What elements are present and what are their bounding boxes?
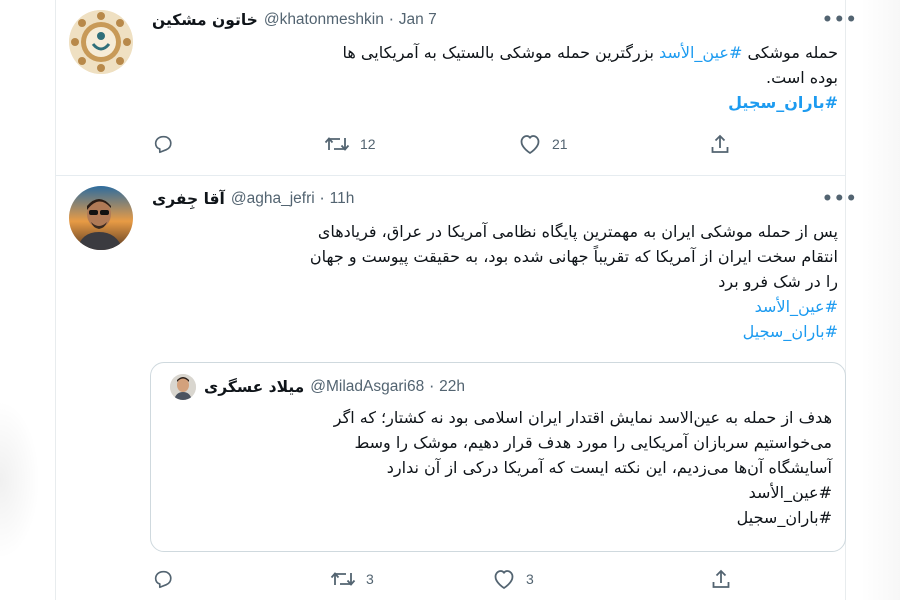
avatar-photo-icon — [170, 374, 196, 400]
like-button[interactable]: 21 — [518, 133, 568, 155]
share-button[interactable] — [709, 133, 731, 155]
tweet-line: بوده است. — [766, 68, 838, 87]
retweet-icon — [330, 572, 356, 586]
more-icon[interactable]: ••• — [822, 189, 858, 209]
retweet-count: 3 — [366, 571, 374, 587]
text-segment: حمله موشکی — [742, 43, 838, 62]
author-name[interactable]: میلاد عسگری — [204, 378, 304, 396]
hashtag-text: #عین_الأسد — [748, 483, 832, 502]
like-count: 21 — [552, 136, 568, 152]
tweet-line: انتقام سخت ایران از آمریکا که تقریباً جه… — [309, 247, 838, 266]
like-icon — [520, 135, 540, 154]
retweet-icon — [324, 137, 350, 151]
tweet-header: آقا جِفری @agha_jefri · 11h — [152, 190, 354, 208]
author-name[interactable]: خاتون مشکین — [152, 11, 258, 29]
tweet-line: هدف از حمله به عین‌الاسد نمایش اقتدار ای… — [333, 408, 832, 427]
text-segment: بزرگترین حمله موشکی بالستیک به آمریکایی … — [342, 43, 660, 62]
reply-button[interactable] — [152, 133, 184, 155]
author-handle[interactable]: @agha_jefri — [231, 190, 315, 208]
tweet-timestamp[interactable]: 11h — [330, 190, 355, 208]
background-shade — [860, 0, 900, 600]
tweet-line: پس از حمله موشکی ایران به مهمترین پایگاه… — [317, 222, 838, 241]
tweet-line: را در شک فرو برد — [718, 272, 838, 291]
reply-button[interactable] — [152, 568, 184, 590]
tweet-actions: 12 21 — [152, 133, 742, 155]
tweet-text: حمله موشکی #عین_الأسد بزرگترین حمله موشک… — [152, 40, 839, 115]
retweet-count: 12 — [360, 136, 376, 152]
reply-icon — [154, 135, 172, 154]
author-handle[interactable]: @khatonmeshkin — [264, 11, 384, 29]
tweet-divider — [55, 175, 845, 176]
tweet-line: حمله موشکی #عین_الأسد بزرگترین حمله موشک… — [152, 40, 839, 65]
tweet-header: خاتون مشکین @khatonmeshkin · Jan 7 — [152, 11, 437, 29]
tweet-timestamp[interactable]: Jan 7 — [399, 11, 437, 29]
avatar-emblem-icon — [69, 10, 133, 74]
reply-icon — [154, 570, 172, 589]
tweet-line: می‌خواستیم سربازان آمریکایی را مورد هدف … — [354, 433, 832, 452]
like-icon — [494, 570, 514, 589]
author-name[interactable]: آقا جِفری — [152, 190, 225, 208]
tweet-timestamp[interactable]: 22h — [439, 378, 465, 396]
avatar[interactable] — [170, 374, 196, 400]
separator-dot: · — [388, 11, 394, 29]
like-count: 3 — [526, 571, 534, 587]
like-button[interactable]: 3 — [492, 568, 534, 590]
tweet-actions: 3 3 — [152, 568, 742, 590]
tweet-line: آسایشگاه آن‌ها می‌زدیم، این نکته ایست که… — [386, 458, 832, 477]
hashtag-link[interactable]: #عین_الأسد — [659, 43, 742, 62]
hashtag-text: #باران_سجیل — [736, 508, 832, 527]
author-handle[interactable]: @MiladAsgari68 — [310, 378, 424, 396]
avatar[interactable] — [69, 10, 133, 74]
more-icon[interactable]: ••• — [822, 10, 858, 30]
hashtag-link[interactable]: #عین_الأسد — [755, 297, 838, 316]
separator-dot: · — [319, 190, 325, 208]
background-shade — [0, 400, 40, 560]
quote-header: میلاد عسگری @MiladAsgari68 · 22h — [204, 378, 465, 396]
retweet-button[interactable]: 12 — [324, 133, 376, 155]
separator-dot: · — [429, 378, 435, 396]
tweet-text: پس از حمله موشکی ایران به مهمترین پایگاه… — [152, 219, 838, 344]
quote-text: هدف از حمله به عین‌الاسد نمایش اقتدار ای… — [170, 405, 832, 530]
retweet-button[interactable]: 3 — [330, 568, 374, 590]
share-button[interactable] — [710, 568, 732, 590]
avatar-photo-icon — [69, 186, 133, 250]
hashtag-link[interactable]: #باران_سجیل — [743, 322, 838, 341]
share-icon — [711, 134, 729, 153]
avatar[interactable] — [69, 186, 133, 250]
column-border-left — [55, 0, 56, 600]
share-icon — [712, 569, 730, 588]
hashtag-link[interactable]: #باران_سجیل — [728, 93, 838, 112]
